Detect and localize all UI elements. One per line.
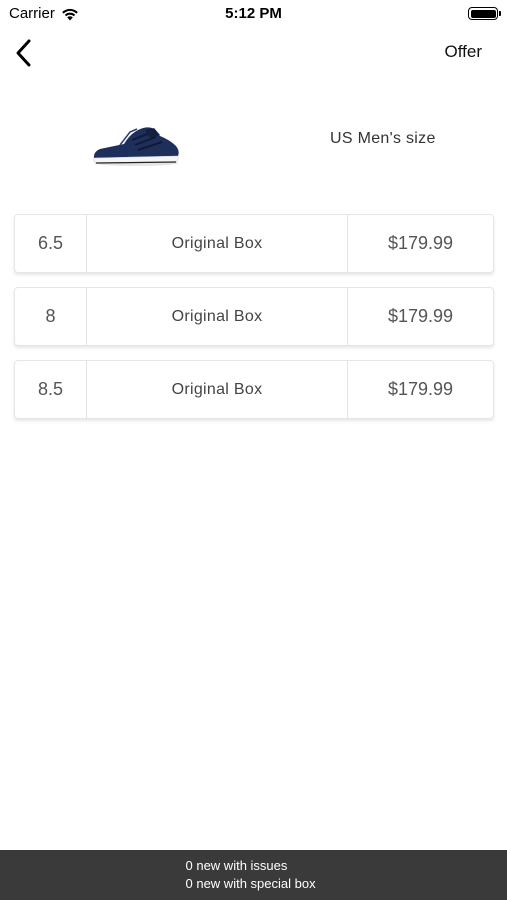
product-header: US Men's size xyxy=(0,110,507,176)
sneaker-image xyxy=(93,127,179,166)
listing-row[interactable]: 6.5 Original Box $179.99 xyxy=(14,214,494,273)
listing-list: 6.5 Original Box $179.99 8 Original Box … xyxy=(14,214,494,433)
price-cell: $179.99 xyxy=(387,233,454,253)
chevron-left-icon xyxy=(16,39,31,67)
footer-summary: 0 new with issues 0 new with special box xyxy=(0,850,507,900)
battery-icon xyxy=(468,7,501,20)
price-cell: $179.99 xyxy=(387,306,454,326)
box-condition-cell: Original Box xyxy=(87,215,348,272)
size-cell: 8.5 xyxy=(15,361,87,418)
size-cell: 6.5 xyxy=(15,215,87,272)
size-label: US Men's size xyxy=(330,130,436,147)
size-cell: 8 xyxy=(15,288,87,345)
nav-bar: Offer xyxy=(0,28,507,78)
back-button[interactable] xyxy=(12,38,38,68)
offer-button[interactable]: Offer xyxy=(445,42,482,62)
listing-row[interactable]: 8.5 Original Box $179.99 xyxy=(14,360,494,419)
box-condition-cell: Original Box xyxy=(87,361,348,418)
issues-count-text: 0 new with issues xyxy=(185,858,288,873)
status-bar: Carrier 5:12 PM xyxy=(0,0,507,28)
box-condition-cell: Original Box xyxy=(87,288,348,345)
status-time: 5:12 PM xyxy=(225,5,282,22)
listing-row[interactable]: 8 Original Box $179.99 xyxy=(14,287,494,346)
price-cell: $179.99 xyxy=(387,379,454,399)
special-box-count-text: 0 new with special box xyxy=(185,876,316,891)
